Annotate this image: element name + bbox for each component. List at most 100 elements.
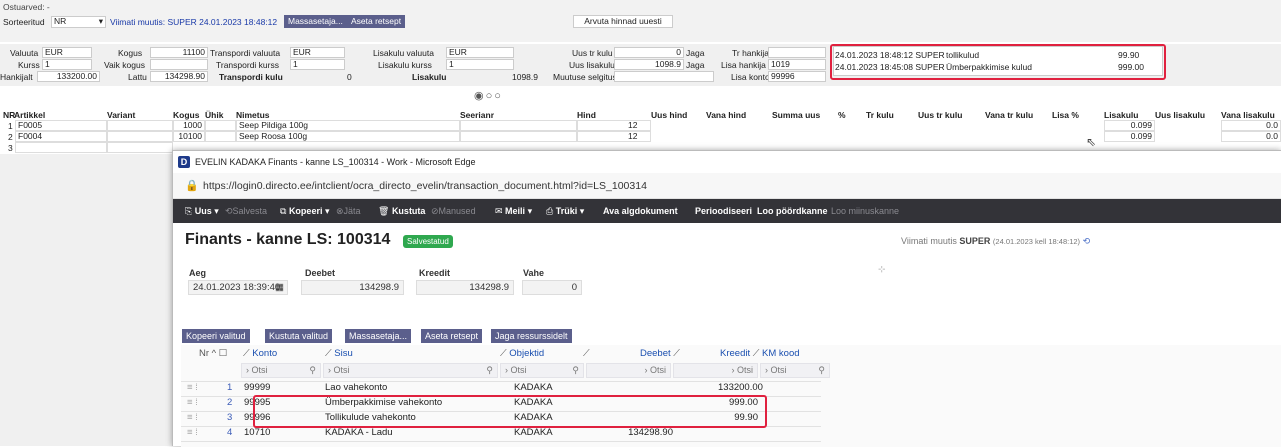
share-extra-button[interactable]: Jaga [686,60,704,70]
save-button[interactable]: ⟲ Salvesta [225,199,267,223]
col-old-extra: Vana lisakulu [1221,110,1275,120]
col-objects-head[interactable]: ⟋ Objektid [500,348,544,359]
col-qty: Kogus [173,110,200,120]
extra-rate-field[interactable]: 1 [446,59,514,70]
search-content[interactable]: › Otsi ⚲ [323,363,498,378]
default-qty-field[interactable] [150,59,208,70]
sort-select[interactable]: NR ▾ [51,16,106,28]
share-resources-button[interactable]: Jaga ressurssidelt [491,329,572,343]
drag-handle-icon[interactable]: ≡ ⁞ [187,427,198,438]
row-account[interactable]: 10710 [244,427,270,438]
variant-cell[interactable] [107,131,173,142]
last-changed-link[interactable]: Viimati muutis: SUPER 24.01.2023 18:48:1… [110,17,277,27]
transport-supplier-field[interactable] [768,47,826,58]
old-extra-cell[interactable]: 0.0 [1221,131,1281,142]
extra-account-field[interactable]: 99996 [768,71,826,82]
search-credit[interactable]: › Otsi [673,363,758,378]
variant-cell[interactable] [107,120,173,131]
time-field[interactable]: 24.01.2023 18:39:40 ▦ [188,280,288,295]
row-nr[interactable]: 3 [227,412,232,423]
article-cell[interactable] [15,142,107,153]
url-text[interactable]: https://login0.directo.ee/intclient/ocra… [203,180,647,192]
supplier-amount[interactable]: 133200.00 [37,71,100,82]
row-account[interactable]: 99999 [244,382,270,393]
delete-selected-button[interactable]: Kustuta valitud [265,329,333,343]
row-nr[interactable]: 2 [227,397,232,408]
rate-label: Kurss [18,60,40,70]
search-vat[interactable]: › Otsi ⚲ [760,363,830,378]
col-content-head[interactable]: ⟋ Sisu [325,348,353,359]
stock-field[interactable]: 134298.90 [150,71,208,82]
drag-handle-icon[interactable]: ≡ ⁞ [187,382,198,393]
new-transport-field[interactable]: 0 [614,47,684,58]
drag-handle-icon[interactable]: ≡ ⁞ [187,397,198,408]
col-account-head[interactable]: ⟋ Konto [243,348,277,359]
row-object[interactable]: KADAKA [514,382,553,393]
recalc-button[interactable]: Arvuta hinnad uuesti [573,15,673,28]
drag-handle-icon[interactable]: ≡ ⁞ [187,412,198,423]
search-account[interactable]: › Otsi ⚲ [241,363,321,378]
row-nr[interactable]: 1 [227,382,232,393]
transport-currency-field[interactable]: EUR [290,47,345,58]
attachments-button[interactable]: ⊘ Manused [431,199,476,223]
currency-field[interactable]: EUR [42,47,92,58]
extra-cost-cell[interactable]: 0.099 [1104,131,1155,142]
name-cell[interactable]: Seep Roosa 100g [236,131,460,142]
mass-setter-button-2[interactable]: Massasetaja... [345,329,412,343]
view-radio-group[interactable]: ◉○○ [474,89,503,102]
row-nr[interactable]: 4 [227,427,232,438]
new-extra-field[interactable]: 1098.9 [614,59,684,70]
qty-cell[interactable]: 10100 [173,131,205,142]
copy-button[interactable]: ⧉ Kopeeri ▾ [280,199,329,223]
print-button[interactable]: ⎙ Trüki ▾ [546,199,584,223]
article-cell[interactable]: F0004 [15,131,107,142]
qty-cell[interactable]: 1000 [173,120,205,131]
price-cell[interactable]: 12 [577,131,651,142]
row-nr: 1 [8,121,13,131]
discard-button[interactable]: ⊗ Jäta [336,199,361,223]
article-cell[interactable]: F0005 [15,120,107,131]
col-sort-head[interactable]: ⟋ [583,348,590,359]
copy-selected-button[interactable]: Kopeeri valitud [182,329,250,343]
row-content[interactable]: Lao vahekonto [325,382,387,393]
qty-field[interactable]: 11100 [150,47,208,58]
address-bar[interactable]: 🔒 https://login0.directo.ee/intclient/oc… [173,173,1281,199]
row-debit[interactable]: 134298.90 [628,427,673,438]
transport-rate-field[interactable]: 1 [290,59,345,70]
minus-entry-button[interactable]: Loo miinuskanne [831,199,899,223]
share-transport-button[interactable]: Jaga [686,48,704,58]
periodize-button[interactable]: Perioodiseeri [695,199,752,223]
serial-cell[interactable] [460,120,577,131]
calendar-icon[interactable]: ▦ [275,281,284,294]
unit-cell[interactable] [205,120,236,131]
email-button[interactable]: ✉ Meili ▾ [495,199,532,223]
extra-rate-label: Lisakulu kurss [378,60,432,70]
serial-cell[interactable] [460,131,577,142]
col-credit-head[interactable]: Kreedit ⟋ KM kood [720,348,800,359]
change-reason-field[interactable] [614,71,714,82]
old-extra-cell[interactable]: 0.0 [1221,120,1281,131]
place-recipe-button[interactable]: Aseta retsept [421,329,483,343]
rate-field[interactable]: 1 [42,59,92,70]
mass-setter-button[interactable]: Massasetaja... [284,15,347,28]
extra-supplier-field[interactable]: 1019 [768,59,826,70]
new-button[interactable]: ⎘ Uus ▾ [185,199,219,223]
extra-cost-cell[interactable]: 0.099 [1104,120,1155,131]
row-object[interactable]: KADAKA [514,427,553,438]
history-icon[interactable]: ⟲ [1083,236,1091,246]
col-debit-head[interactable]: Deebet ⟋ [640,348,680,359]
search-objects[interactable]: › Otsi ⚲ [500,363,584,378]
search-debit[interactable]: › Otsi [586,363,671,378]
extra-currency-field[interactable]: EUR [446,47,514,58]
price-cell[interactable]: 12 [577,120,651,131]
delete-button[interactable]: 🗑 Kustuta [378,199,425,223]
row-credit[interactable]: 133200.00 [718,382,763,393]
name-cell[interactable]: Seep Pildiga 100g [236,120,460,131]
row-content[interactable]: KADAKA - Ladu [325,427,393,438]
unit-cell[interactable] [205,131,236,142]
open-source-doc-button[interactable]: Ava algdokument [603,199,678,223]
col-nr-head[interactable]: Nr ^ ☐ [199,348,227,359]
recipe-button[interactable]: Aseta retsept [347,15,406,28]
reverse-entry-button[interactable]: Loo pöördkanne [757,199,828,223]
variant-cell[interactable] [107,142,173,153]
